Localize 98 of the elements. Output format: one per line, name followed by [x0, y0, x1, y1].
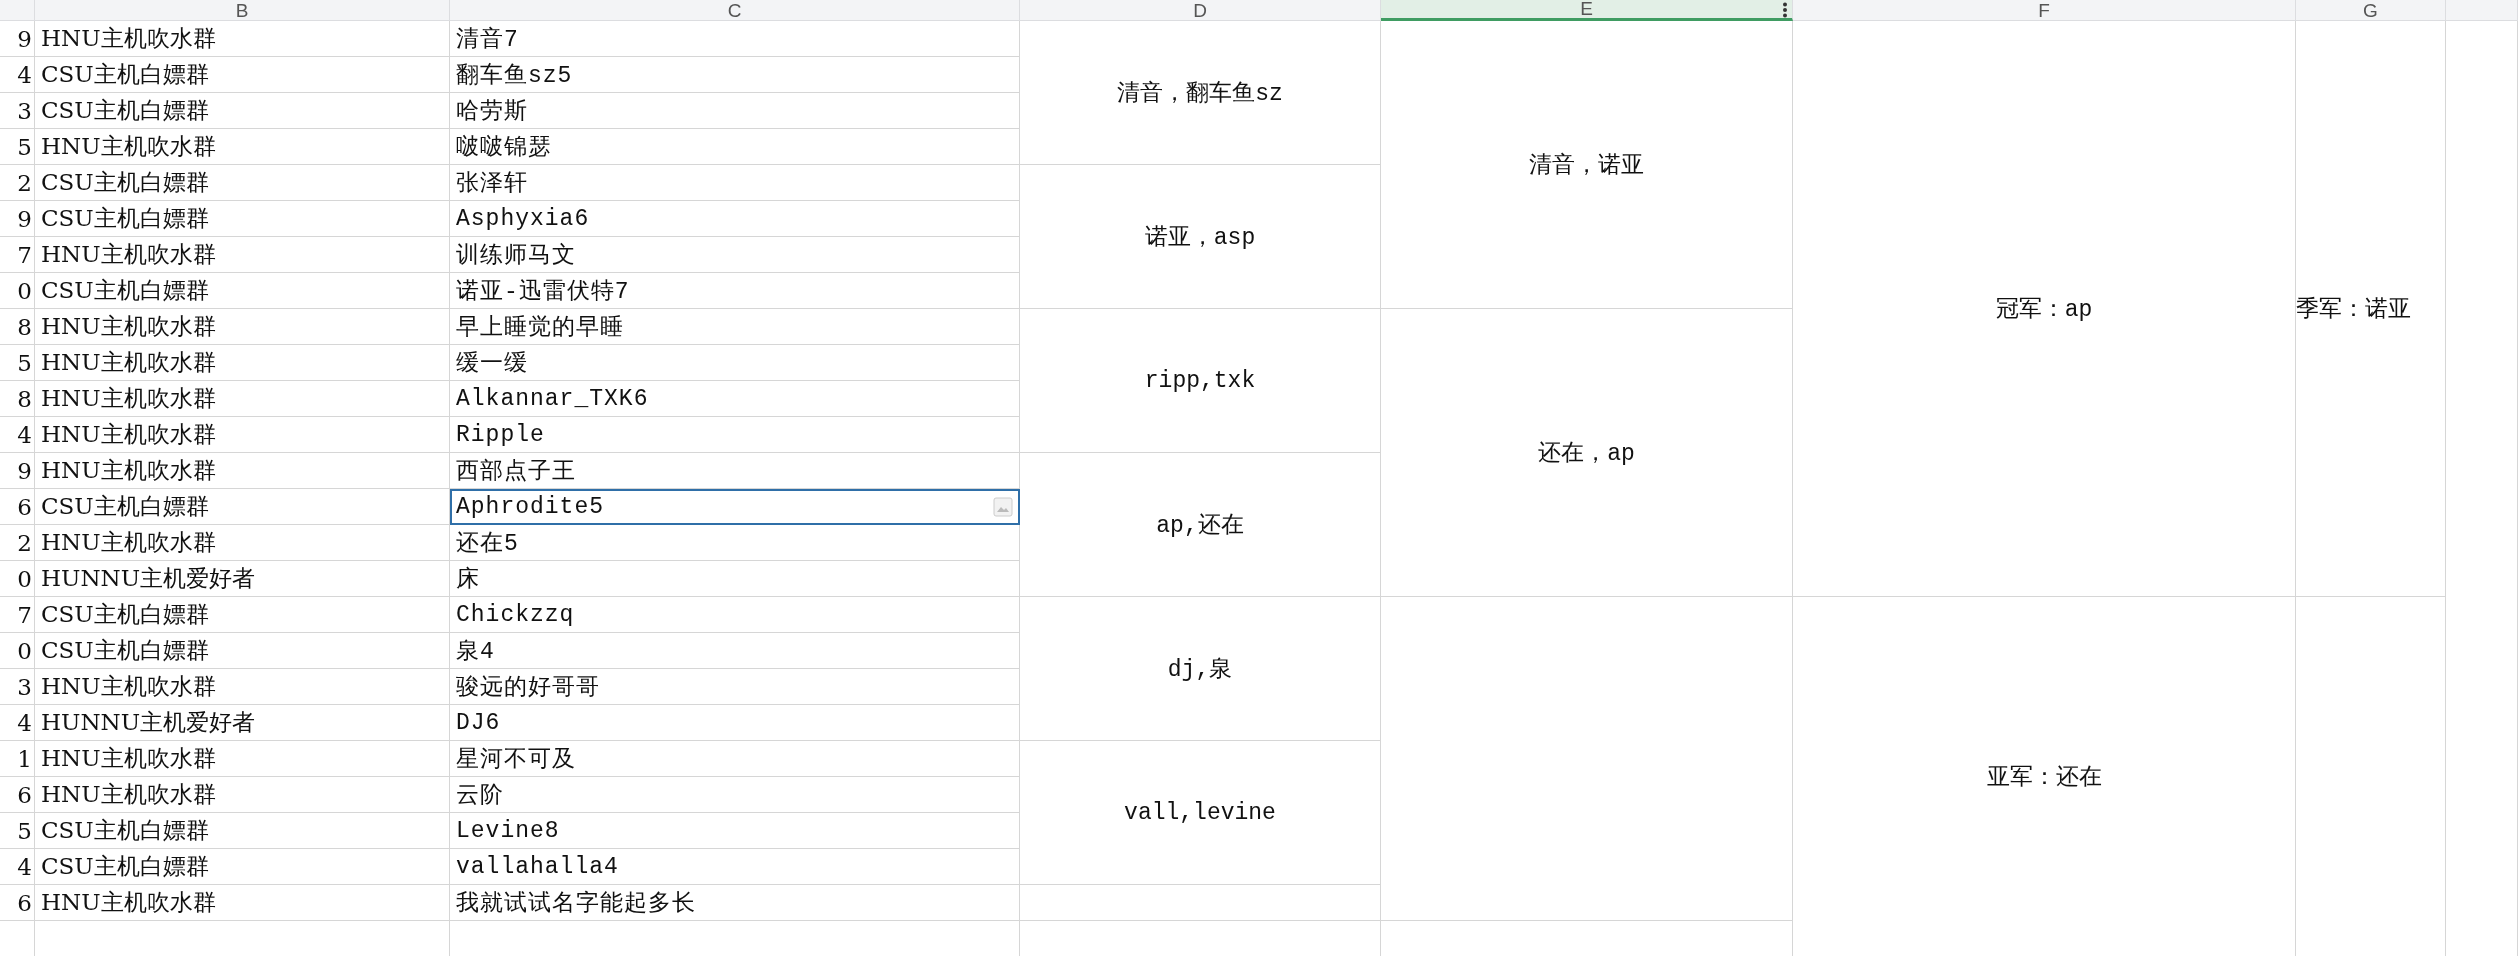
table-cell[interactable]: 5 — [0, 813, 35, 849]
table-cell[interactable]: HNU主机吹水群 — [35, 417, 450, 453]
table-cell[interactable]: HNU主机吹水群 — [35, 885, 450, 921]
table-cell[interactable]: HNU主机吹水群 — [35, 21, 450, 57]
table-cell[interactable]: DJ6 — [450, 705, 1020, 741]
column-header[interactable]: F — [1793, 0, 2296, 21]
table-cell[interactable]: HNU主机吹水群 — [35, 309, 450, 345]
table-cell[interactable]: 5 — [0, 129, 35, 165]
column-header[interactable]: C — [450, 0, 1020, 21]
table-cell[interactable]: 6 — [0, 489, 35, 525]
table-cell[interactable]: vallahalla4 — [450, 849, 1020, 885]
table-cell[interactable]: CSU主机白嫖群 — [35, 57, 450, 93]
table-cell[interactable]: ap,还在 — [1020, 453, 1381, 597]
table-cell[interactable]: 诺亚-迅雷伏特7 — [450, 273, 1020, 309]
table-cell[interactable]: 2 — [0, 525, 35, 561]
table-cell[interactable]: 0 — [0, 633, 35, 669]
column-header[interactable] — [0, 0, 35, 21]
table-cell[interactable]: Alkannar_TXK6 — [450, 381, 1020, 417]
table-cell[interactable]: 4 — [0, 417, 35, 453]
image-icon[interactable] — [993, 497, 1013, 517]
table-cell[interactable]: 床 — [450, 561, 1020, 597]
table-cell[interactable]: 9 — [0, 21, 35, 57]
table-cell[interactable]: HNU主机吹水群 — [35, 129, 450, 165]
table-cell[interactable]: 9 — [0, 201, 35, 237]
table-cell[interactable]: 7 — [0, 597, 35, 633]
table-cell[interactable]: Asphyxia6 — [450, 201, 1020, 237]
table-cell[interactable]: CSU主机白嫖群 — [35, 273, 450, 309]
table-cell[interactable]: dj,泉 — [1020, 597, 1381, 741]
table-cell[interactable]: 季军：诺亚 — [2296, 21, 2446, 597]
table-cell[interactable]: 清音7 — [450, 21, 1020, 57]
table-cell[interactable]: CSU主机白嫖群 — [35, 813, 450, 849]
table-cell[interactable]: 清音，翻车鱼sz — [1020, 21, 1381, 165]
table-cell[interactable]: 6 — [0, 777, 35, 813]
table-cell[interactable]: 清音，诺亚 — [1381, 21, 1793, 309]
column-header[interactable]: D — [1020, 0, 1381, 21]
table-cell[interactable]: HNU主机吹水群 — [35, 237, 450, 273]
table-cell[interactable]: 0 — [0, 561, 35, 597]
table-cell[interactable]: 3 — [0, 93, 35, 129]
table-cell[interactable]: HNU主机吹水群 — [35, 669, 450, 705]
table-cell[interactable]: 星河不可及 — [450, 741, 1020, 777]
table-cell[interactable]: 还在，ap — [1381, 309, 1793, 597]
column-header[interactable]: E — [1381, 0, 1793, 21]
table-cell[interactable]: CSU主机白嫖群 — [35, 93, 450, 129]
table-cell[interactable]: Chickzzq — [450, 597, 1020, 633]
table-cell[interactable]: CSU主机白嫖群 — [35, 201, 450, 237]
table-cell[interactable]: 骏远的好哥哥 — [450, 669, 1020, 705]
table-cell[interactable]: HNU主机吹水群 — [35, 345, 450, 381]
table-cell[interactable]: 0 — [0, 273, 35, 309]
table-cell[interactable]: HUNNU主机爱好者 — [35, 705, 450, 741]
table-cell[interactable]: 早上睡觉的早睡 — [450, 309, 1020, 345]
table-cell[interactable]: vall,levine — [1020, 741, 1381, 885]
table-cell[interactable] — [1020, 885, 1381, 921]
table-cell[interactable]: CSU主机白嫖群 — [35, 633, 450, 669]
table-cell[interactable]: 诺亚，asp — [1020, 165, 1381, 309]
column-header[interactable]: B — [35, 0, 450, 21]
table-cell[interactable]: Levine8 — [450, 813, 1020, 849]
table-cell[interactable]: 7 — [0, 237, 35, 273]
table-cell[interactable]: CSU主机白嫖群 — [35, 165, 450, 201]
table-cell[interactable]: CSU主机白嫖群 — [35, 849, 450, 885]
table-cell[interactable]: 训练师马文 — [450, 237, 1020, 273]
column-header[interactable] — [2446, 0, 2518, 21]
table-cell[interactable]: 4 — [0, 57, 35, 93]
table-cell[interactable]: HNU主机吹水群 — [35, 777, 450, 813]
table-cell[interactable]: HNU主机吹水群 — [35, 453, 450, 489]
table-cell[interactable]: 我就试试名字能起多长 — [450, 885, 1020, 921]
table-cell[interactable]: ripp,txk — [1020, 309, 1381, 453]
table-cell[interactable]: 4 — [0, 705, 35, 741]
table-cell[interactable]: 云阶 — [450, 777, 1020, 813]
table-cell[interactable]: HNU主机吹水群 — [35, 741, 450, 777]
table-cell[interactable]: HNU主机吹水群 — [35, 381, 450, 417]
table-cell[interactable]: Ripple — [450, 417, 1020, 453]
table-cell[interactable]: 缓一缓 — [450, 345, 1020, 381]
table-cell[interactable]: CSU主机白嫖群 — [35, 489, 450, 525]
table-cell[interactable]: 8 — [0, 309, 35, 345]
table-cell[interactable]: 6 — [0, 885, 35, 921]
table-cell[interactable]: 3 — [0, 669, 35, 705]
table-cell[interactable]: 4 — [0, 849, 35, 885]
column-header[interactable]: G — [2296, 0, 2446, 21]
table-cell[interactable]: 还在5 — [450, 525, 1020, 561]
table-cell[interactable]: 啵啵锦瑟 — [450, 129, 1020, 165]
table-cell[interactable]: CSU主机白嫖群 — [35, 597, 450, 633]
table-cell[interactable]: 1 — [0, 741, 35, 777]
table-cell[interactable]: 5 — [0, 345, 35, 381]
table-cell[interactable]: HUNNU主机爱好者 — [35, 561, 450, 597]
table-cell[interactable]: HNU主机吹水群 — [35, 525, 450, 561]
table-cell[interactable]: 冠军：ap — [1793, 21, 2296, 597]
table-cell[interactable]: 9 — [0, 453, 35, 489]
table-cell[interactable]: 西部点子王 — [450, 453, 1020, 489]
table-cell[interactable]: 亚军：还在 — [1793, 597, 2296, 956]
table-cell[interactable]: 8 — [0, 381, 35, 417]
more-options-icon[interactable] — [1782, 2, 1788, 18]
table-cell[interactable] — [1381, 597, 1793, 921]
table-cell[interactable]: 2 — [0, 165, 35, 201]
table-cell[interactable]: 泉4 — [450, 633, 1020, 669]
table-cell[interactable]: 哈劳斯 — [450, 93, 1020, 129]
table-cell[interactable]: 翻车鱼sz5 — [450, 57, 1020, 93]
table-cell[interactable]: Aphrodite5 — [450, 489, 1020, 525]
table-cell[interactable]: 张泽轩 — [450, 165, 1020, 201]
